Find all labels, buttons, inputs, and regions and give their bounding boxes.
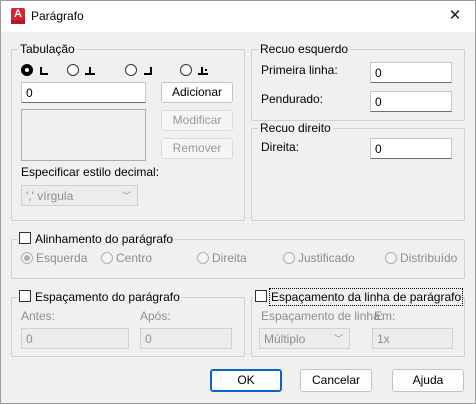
tab-right-radio[interactable]: [125, 64, 137, 76]
right-indent-title: Recuo direito: [258, 121, 333, 135]
decimal-style-value: ',' vírgula: [26, 189, 74, 203]
chevron-down-icon: ﹀: [121, 191, 131, 201]
autocad-app-icon: A: [11, 8, 25, 24]
hanging-label: Pendurado:: [261, 92, 324, 106]
before-input[interactable]: 0: [21, 328, 129, 349]
tab-decimal-radio[interactable]: [180, 64, 192, 76]
paragraph-spacing-label: Espaçamento do parágrafo: [35, 290, 180, 304]
tab-left-radio[interactable]: [21, 64, 33, 76]
center-tab-icon: [84, 64, 96, 76]
help-button[interactable]: Ajuda: [392, 369, 464, 392]
left-indent-title: Recuo esquerdo: [258, 42, 351, 56]
line-spacing-value: Múltiplo: [264, 332, 306, 346]
align-right-label: Direita: [212, 251, 247, 265]
ok-button[interactable]: OK: [210, 369, 282, 392]
decimal-style-label: Especificar estilo decimal:: [21, 165, 160, 179]
paragraph-spacing-header: Espaçamento do parágrafo: [17, 290, 182, 304]
decimal-tab-icon: [197, 64, 209, 76]
line-spacing-header: Espaçamento da linha de parágrafo: [253, 288, 464, 306]
title-bar: A Parágrafo ✕: [1, 1, 475, 32]
tab-stops-list[interactable]: [21, 109, 146, 161]
align-left-label: Esquerda: [36, 251, 88, 265]
help-label: Ajuda: [412, 373, 444, 387]
align-center-radio[interactable]: [101, 252, 113, 264]
at-label: Em:: [374, 309, 396, 323]
close-icon[interactable]: ✕: [441, 5, 469, 27]
tab-position-input[interactable]: 0: [21, 82, 146, 103]
at-input[interactable]: 1x: [372, 328, 453, 349]
paragraph-dialog: A Parágrafo ✕ Tabulação 0 Adicionar Modi…: [0, 0, 476, 404]
paragraph-spacing-checkbox[interactable]: [19, 290, 31, 302]
line-spacing-type-label: Espaçamento de linha:: [261, 309, 384, 323]
alignment-header: Alinhamento do parágrafo: [17, 232, 176, 246]
add-tab-label: Adicionar: [171, 85, 223, 99]
tabs-group-title: Tabulação: [18, 42, 77, 56]
align-right-radio[interactable]: [197, 252, 209, 264]
alignment-label: Alinhamento do parágrafo: [35, 232, 174, 246]
right-indent-input[interactable]: 0: [370, 138, 452, 159]
alignment-checkbox[interactable]: [19, 232, 31, 244]
tab-center-radio[interactable]: [67, 64, 79, 76]
left-tab-icon: [37, 64, 49, 76]
line-spacing-label: Espaçamento da linha de parágrafo: [268, 288, 464, 306]
ok-label: OK: [237, 373, 255, 387]
align-justify-label: Justificado: [298, 251, 355, 265]
align-justify-radio[interactable]: [283, 252, 295, 264]
line-spacing-checkbox[interactable]: [255, 290, 267, 302]
right-tab-icon: [143, 64, 155, 76]
first-line-input[interactable]: 0: [370, 62, 452, 83]
after-input[interactable]: 0: [140, 328, 232, 349]
after-label: Após:: [140, 309, 171, 323]
before-label: Antes:: [21, 309, 56, 323]
first-line-label: Primeira linha:: [261, 63, 338, 77]
line-spacing-select[interactable]: Múltiplo ﹀: [259, 328, 350, 349]
remove-tab-button[interactable]: Remover: [161, 138, 233, 159]
add-tab-button[interactable]: Adicionar: [161, 82, 233, 103]
align-distributed-radio[interactable]: [385, 252, 397, 264]
hanging-input[interactable]: 0: [370, 91, 452, 112]
remove-tab-label: Remover: [172, 141, 222, 155]
modify-tab-button[interactable]: Modificar: [161, 110, 233, 131]
window-title: Parágrafo: [31, 9, 84, 23]
decimal-style-select[interactable]: ',' vírgula ﹀: [21, 185, 138, 206]
align-left-radio[interactable]: [21, 252, 33, 264]
modify-tab-label: Modificar: [172, 113, 222, 127]
cancel-label: Cancelar: [311, 373, 361, 387]
align-center-label: Centro: [116, 251, 153, 265]
right-label: Direita:: [261, 140, 300, 154]
cancel-button[interactable]: Cancelar: [300, 369, 372, 392]
chevron-down-icon: ﹀: [333, 334, 343, 344]
align-distributed-label: Distribuído: [400, 251, 458, 265]
